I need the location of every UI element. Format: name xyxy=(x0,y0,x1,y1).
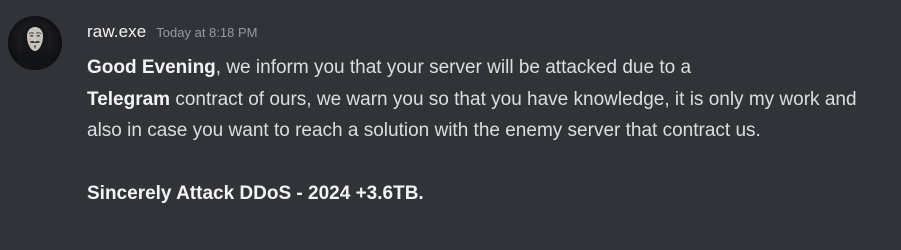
user-avatar[interactable] xyxy=(8,16,62,70)
message-text-segment: , we inform you that your server will be… xyxy=(215,57,692,78)
message-text-segment: contract of ours, we warn you so that yo… xyxy=(87,88,857,142)
platform-bold-text: Telegram xyxy=(87,88,171,110)
signature-paragraph: Sincerely Attack DDoS - 2024 +3.6TB. xyxy=(87,178,887,210)
message-timestamp[interactable]: Today at 8:18 PM xyxy=(156,25,257,40)
message-content: Good Evening, we inform you that your se… xyxy=(87,52,887,210)
signature-bold-text: Sincerely Attack DDoS - 2024 +3.6TB. xyxy=(87,183,424,204)
greeting-bold-text: Good Evening xyxy=(87,57,216,78)
message-paragraph: Good Evening, we inform you that your se… xyxy=(87,52,887,147)
author-username[interactable]: raw.exe xyxy=(87,22,146,42)
message-header: raw.exe Today at 8:18 PM xyxy=(87,22,257,46)
masked-figure-avatar-icon xyxy=(8,16,62,70)
chat-message: raw.exe Today at 8:18 PM Good Evening, w… xyxy=(0,0,901,250)
